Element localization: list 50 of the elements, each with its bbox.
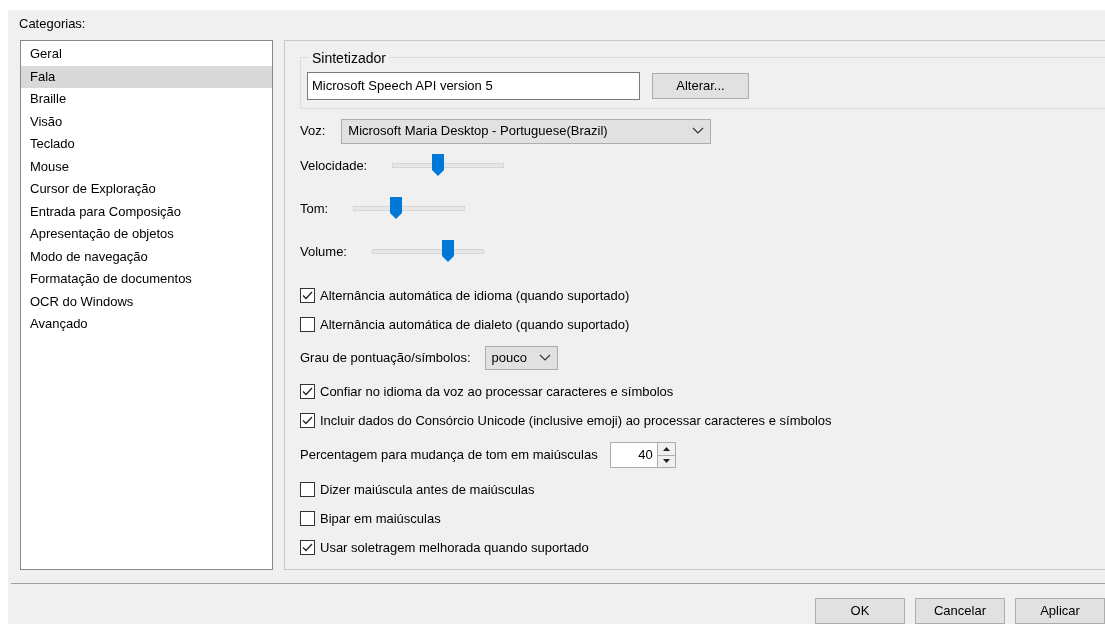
category-item[interactable]: Modo de navegação bbox=[21, 245, 272, 268]
slider-label: Tom: bbox=[300, 199, 329, 218]
checkbox[interactable] bbox=[300, 413, 315, 428]
checkbox-label: Usar soletragem melhorada quando suportado bbox=[320, 538, 589, 557]
checkbox-label: Alternância automática de dialeto (quando suportado) bbox=[320, 315, 630, 334]
punctuation-dropdown[interactable]: pouco bbox=[484, 346, 558, 370]
category-item[interactable]: Geral bbox=[21, 43, 272, 66]
category-item[interactable]: Apresentação de objetos bbox=[21, 223, 272, 246]
slider-label: Velocidade: bbox=[300, 156, 368, 175]
checkmark-icon bbox=[302, 291, 313, 300]
checkbox-label: Alternância automática de idioma (quando suportado) bbox=[320, 286, 630, 305]
category-item[interactable]: Mouse bbox=[21, 155, 272, 178]
checkmark-icon bbox=[302, 387, 313, 396]
category-item[interactable]: OCR do Windows bbox=[21, 290, 272, 313]
category-item[interactable]: Teclado bbox=[21, 133, 272, 156]
checkmark-icon bbox=[302, 416, 313, 425]
category-item[interactable]: Visão bbox=[21, 110, 272, 133]
category-item[interactable]: Braille bbox=[21, 88, 272, 111]
categories-label: Categorias: bbox=[19, 15, 86, 33]
category-item[interactable]: Avançado bbox=[21, 313, 272, 336]
dialog-button[interactable]: OK bbox=[815, 598, 905, 624]
category-item[interactable]: Fala bbox=[21, 65, 272, 88]
change-button[interactable]: Alterar... bbox=[652, 73, 749, 99]
category-item[interactable]: Formatação de documentos bbox=[21, 268, 272, 291]
checkbox-label: Dizer maiúscula antes de maiúsculas bbox=[320, 480, 535, 499]
field-label: Grau de pontuação/símbolos: bbox=[300, 349, 471, 368]
checkbox[interactable] bbox=[300, 511, 315, 526]
voice-dropdown[interactable]: Microsoft Maria Desktop - Portuguese(Brazil) bbox=[341, 118, 712, 144]
checkbox[interactable] bbox=[300, 384, 315, 399]
slider-thumb[interactable] bbox=[432, 154, 445, 176]
chevron-down-icon bbox=[692, 127, 705, 135]
field-label: Percentagem para mudança de tom em maiúsculas bbox=[300, 446, 598, 465]
checkbox-label: Confiar no idioma da voz ao processar caracteres e símbolos bbox=[320, 382, 674, 401]
synthesizer-field[interactable]: Microsoft Speech API version 5 bbox=[307, 72, 640, 100]
checkbox[interactable] bbox=[300, 540, 315, 555]
checkbox[interactable] bbox=[300, 288, 315, 303]
slider-label: Volume: bbox=[300, 242, 347, 261]
checkmark-icon bbox=[302, 543, 313, 552]
checkbox-label: Incluir dados do Consórcio Unicode (inclusive emoji) ao processar caracteres e símbolos bbox=[320, 411, 832, 430]
checkbox-label: Bipar em maiúsculas bbox=[320, 509, 441, 528]
category-item[interactable]: Cursor de Exploração bbox=[21, 178, 272, 201]
dialog-button[interactable]: Cancelar bbox=[915, 598, 1005, 624]
slider-thumb[interactable] bbox=[441, 240, 454, 262]
chevron-down-icon bbox=[539, 354, 551, 362]
dialog-button[interactable]: Aplicar bbox=[1015, 598, 1105, 624]
checkbox[interactable] bbox=[300, 482, 315, 497]
voice-label: Voz: bbox=[300, 122, 326, 141]
category-item[interactable]: Entrada para Composição bbox=[21, 200, 272, 223]
checkbox[interactable] bbox=[300, 317, 315, 332]
slider-thumb[interactable] bbox=[389, 197, 402, 219]
